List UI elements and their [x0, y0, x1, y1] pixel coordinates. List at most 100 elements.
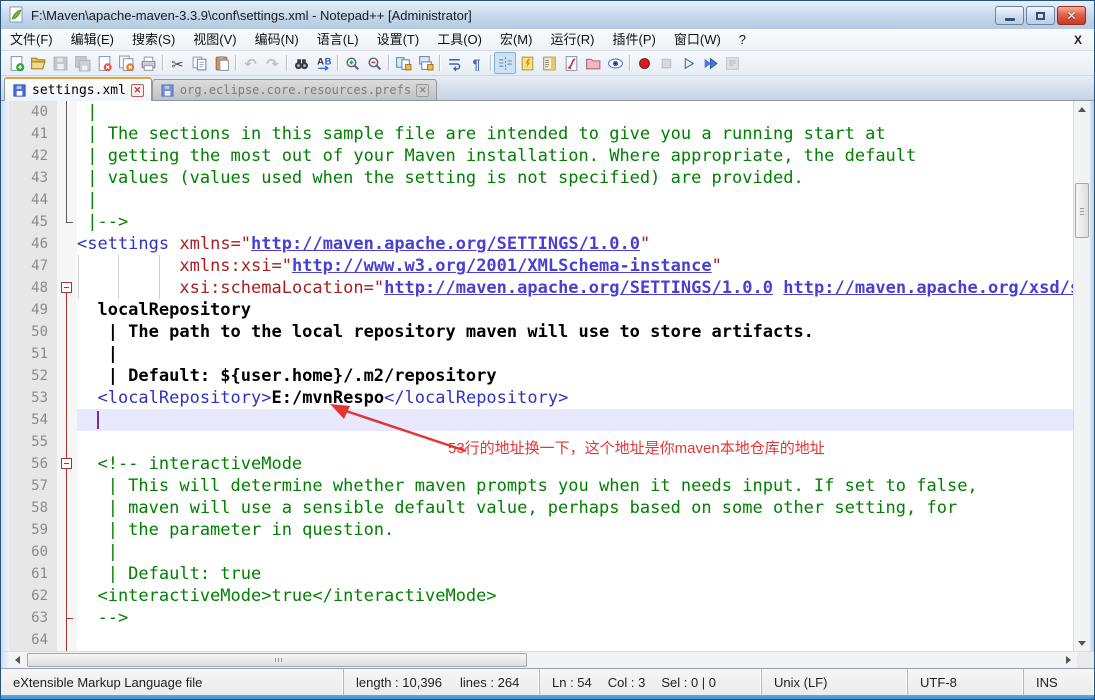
redo-button[interactable]: ↷ — [261, 52, 283, 74]
save-all-button[interactable] — [71, 52, 93, 74]
menu-item-edit[interactable]: 编辑(E) — [62, 29, 123, 51]
open-file-button[interactable] — [27, 52, 49, 74]
fold-margin — [57, 541, 77, 563]
monitoring-button[interactable] — [604, 52, 626, 74]
code-text[interactable]: xsi:schemaLocation="http://maven.apache.… — [77, 277, 1073, 299]
code-line-47: 47 xmlns:xsi="http://www.w3.org/2001/XML… — [9, 255, 1073, 277]
code-text[interactable]: | Default: true — [77, 563, 1073, 585]
menu-item-encoding[interactable]: 编码(N) — [246, 29, 308, 51]
menu-item-tools[interactable]: 工具(O) — [428, 29, 491, 51]
macro-save-button[interactable] — [721, 52, 743, 74]
status-encoding[interactable]: UTF-8 — [908, 669, 1024, 695]
status-bar: eXtensible Markup Language file length :… — [1, 668, 1094, 695]
new-file-button[interactable] — [5, 52, 27, 74]
menu-item-plugins[interactable]: 插件(P) — [604, 29, 665, 51]
code-text[interactable]: | — [77, 541, 1073, 563]
close-file-button[interactable] — [93, 52, 115, 74]
code-text[interactable]: <interactiveMode>true</interactiveMode> — [77, 585, 1073, 607]
macro-stop-button[interactable] — [655, 52, 677, 74]
show-all-characters-button[interactable]: ¶ — [465, 52, 487, 74]
code-text[interactable]: | — [77, 343, 1073, 365]
horizontal-scrollbar[interactable] — [9, 652, 1077, 668]
word-wrap-button[interactable] — [443, 52, 465, 74]
undo-button[interactable]: ↶ — [239, 52, 261, 74]
copy-button[interactable] — [188, 52, 210, 74]
code-text[interactable]: | the parameter in question. — [77, 519, 1073, 541]
minimize-button[interactable] — [995, 6, 1024, 25]
tab-settings-xml[interactable]: settings.xml ✕ — [4, 77, 152, 101]
scroll-right-button[interactable] — [1060, 652, 1077, 668]
scroll-up-button[interactable] — [1074, 101, 1090, 117]
left-frame-strip — [1, 101, 9, 651]
close-document-x[interactable]: X — [1062, 33, 1094, 47]
menu-item-view[interactable]: 视图(V) — [184, 29, 245, 51]
vertical-scroll-thumb[interactable] — [1075, 183, 1089, 238]
code-text[interactable] — [77, 409, 1073, 431]
sync-horizontal-icon — [418, 55, 433, 70]
fold-toggle[interactable] — [57, 453, 77, 475]
menu-item-macro[interactable]: 宏(M) — [491, 29, 542, 51]
code-text[interactable]: | — [77, 101, 1073, 123]
menu-item-settings[interactable]: 设置(T) — [368, 29, 429, 51]
code-text[interactable]: |--> — [77, 211, 1073, 233]
save-file-button[interactable] — [49, 52, 71, 74]
code-text[interactable] — [77, 629, 1073, 651]
menu-item-search[interactable]: 搜索(S) — [123, 29, 184, 51]
collapse-minus-icon[interactable] — [61, 282, 72, 293]
show-indent-guide-button[interactable] — [494, 52, 516, 74]
code-text[interactable]: | getting the most out of your Maven ins… — [77, 145, 1073, 167]
close-all-button[interactable] — [115, 52, 137, 74]
code-text[interactable]: | The sections in this sample file are i… — [77, 123, 1073, 145]
code-text[interactable]: localRepository — [77, 299, 1073, 321]
code-text[interactable]: <settings xmlns="http://maven.apache.org… — [77, 233, 1073, 255]
replace-button[interactable]: AB — [312, 52, 334, 74]
sync-vertical-button[interactable] — [392, 52, 414, 74]
zoom-out-button[interactable] — [363, 52, 385, 74]
code-text[interactable]: <!-- interactiveMode — [77, 453, 1073, 475]
code-text[interactable]: | This will determine whether maven prom… — [77, 475, 1073, 497]
code-text[interactable]: | values (values used when the setting i… — [77, 167, 1073, 189]
code-text[interactable]: <localRepository>E:/mvnRespo</localRepos… — [77, 387, 1073, 409]
line-number: 40 — [9, 101, 57, 123]
code-text[interactable]: | The path to the local repository maven… — [77, 321, 1073, 343]
code-text[interactable] — [77, 431, 1073, 453]
menu-item-window[interactable]: 窗口(W) — [665, 29, 730, 51]
tab-close-button[interactable]: ✕ — [130, 83, 144, 97]
scroll-left-button[interactable] — [9, 652, 26, 668]
paste-button[interactable] — [210, 52, 232, 74]
menu-item-run[interactable]: 运行(R) — [541, 29, 603, 51]
menu-item-file[interactable]: 文件(F) — [1, 29, 62, 51]
horizontal-scroll-thumb[interactable] — [27, 653, 527, 667]
zoom-in-button[interactable] — [341, 52, 363, 74]
maximize-button[interactable] — [1026, 6, 1055, 25]
macro-play-button[interactable] — [677, 52, 699, 74]
status-insert-mode[interactable]: INS — [1024, 669, 1094, 695]
folder-workspace-button[interactable] — [582, 52, 604, 74]
code-text[interactable]: | maven will use a sensible default valu… — [77, 497, 1073, 519]
code-editor[interactable]: 40 | 41 | The sections in this sample fil… — [9, 101, 1073, 651]
code-text[interactable]: xmlns:xsi="http://www.w3.org/2001/XMLSch… — [77, 255, 1073, 277]
title-bar[interactable]: F:\Maven\apache-maven-3.3.9\conf\setting… — [1, 1, 1094, 29]
menu-item-language[interactable]: 语言(L) — [308, 29, 368, 51]
print-button[interactable] — [137, 52, 159, 74]
document-map-button[interactable] — [538, 52, 560, 74]
status-eol[interactable]: Unix (LF) — [762, 669, 908, 695]
code-text[interactable]: | Default: ${user.home}/.m2/repository — [77, 365, 1073, 387]
fold-toggle[interactable] — [57, 277, 77, 299]
function-list-button[interactable] — [560, 52, 582, 74]
collapse-minus-icon[interactable] — [61, 458, 72, 469]
tab-close-button[interactable]: ✕ — [416, 83, 430, 97]
tab-org-eclipse-prefs[interactable]: org.eclipse.core.resources.prefs ✕ — [151, 79, 438, 100]
find-button[interactable] — [290, 52, 312, 74]
macro-run-multiple-button[interactable] — [699, 52, 721, 74]
code-text[interactable]: --> — [77, 607, 1073, 629]
menu-item-help[interactable]: ? — [730, 29, 755, 51]
define-language-button[interactable] — [516, 52, 538, 74]
macro-record-button[interactable] — [633, 52, 655, 74]
cut-button[interactable]: ✂ — [166, 52, 188, 74]
code-text[interactable]: | — [77, 189, 1073, 211]
sync-horizontal-button[interactable] — [414, 52, 436, 74]
scroll-down-button[interactable] — [1074, 635, 1090, 651]
close-button[interactable]: ✕ — [1057, 6, 1086, 25]
vertical-scrollbar[interactable] — [1073, 101, 1090, 651]
